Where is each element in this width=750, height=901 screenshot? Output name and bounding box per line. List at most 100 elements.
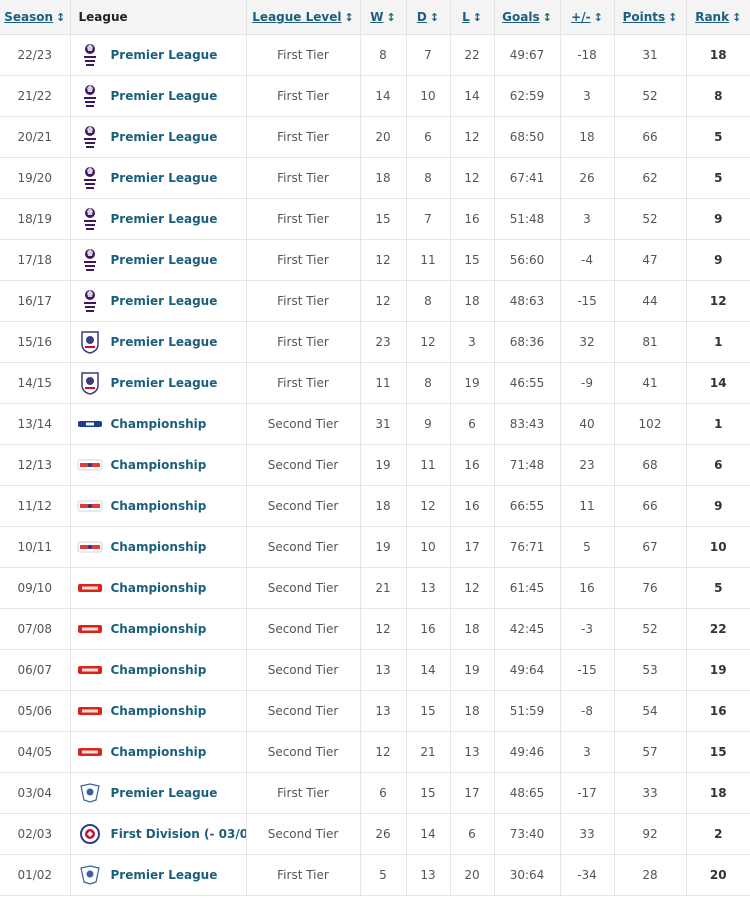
season-cell: 01/02: [0, 854, 71, 896]
league-link[interactable]: Premier League: [111, 335, 218, 349]
season-cell: 19/20: [0, 157, 71, 199]
rank-cell: 22: [686, 608, 750, 650]
league-link[interactable]: Premier League: [111, 786, 218, 800]
league-link[interactable]: Premier League: [111, 253, 218, 267]
league-link[interactable]: Premier League: [111, 868, 218, 882]
league-link[interactable]: Championship: [111, 581, 207, 595]
rank-cell: 18: [686, 34, 750, 76]
goals-cell: 30:64: [494, 854, 561, 896]
season-cell: 04/05: [0, 731, 71, 773]
league-logo-icon[interactable]: [77, 371, 103, 395]
losses-cell: 16: [450, 444, 495, 486]
points-cell: 53: [614, 649, 687, 691]
league-link[interactable]: Premier League: [111, 212, 218, 226]
season-cell: 03/04: [0, 772, 71, 814]
losses-cell: 12: [450, 116, 495, 158]
table-row: 16/17 Premier League First Tier 12 8 18 …: [0, 280, 750, 322]
points-cell: 33: [614, 772, 687, 814]
column-header-season[interactable]: Season ↕: [0, 0, 71, 35]
league-logo-icon[interactable]: [77, 84, 103, 108]
league-logo-icon[interactable]: [77, 412, 103, 436]
league-link[interactable]: Premier League: [111, 294, 218, 308]
season-cell: 14/15: [0, 362, 71, 404]
league-logo-icon[interactable]: [77, 535, 103, 559]
league-link[interactable]: Premier League: [111, 48, 218, 62]
rank-cell: 2: [686, 813, 750, 855]
season-cell: 20/21: [0, 116, 71, 158]
league-link[interactable]: Championship: [111, 540, 207, 554]
draws-cell: 10: [406, 75, 451, 117]
column-header-goal-difference[interactable]: +/- ↕: [560, 0, 615, 35]
rank-cell: 9: [686, 485, 750, 527]
league-level-cell: First Tier: [246, 362, 361, 404]
league-cell: Premier League: [70, 772, 247, 814]
league-link[interactable]: Championship: [111, 458, 207, 472]
goals-cell: 62:59: [494, 75, 561, 117]
league-logo-icon[interactable]: [77, 863, 103, 887]
league-link[interactable]: Championship: [111, 417, 207, 431]
league-link[interactable]: Championship: [111, 745, 207, 759]
column-header-goals[interactable]: Goals ↕: [494, 0, 561, 35]
column-header-rank[interactable]: Rank ↕: [686, 0, 750, 35]
league-logo-icon[interactable]: [77, 658, 103, 682]
league-logo-icon[interactable]: [77, 166, 103, 190]
league-logo-icon[interactable]: [77, 740, 103, 764]
points-cell: 41: [614, 362, 687, 404]
losses-cell: 22: [450, 34, 495, 76]
draws-cell: 10: [406, 526, 451, 568]
league-link[interactable]: Premier League: [111, 171, 218, 185]
league-level-cell: First Tier: [246, 75, 361, 117]
league-link[interactable]: First Division (- 03/04): [111, 827, 246, 841]
league-link[interactable]: Championship: [111, 499, 207, 513]
rank-cell: 1: [686, 403, 750, 445]
league-level-cell: First Tier: [246, 239, 361, 281]
draws-cell: 14: [406, 813, 451, 855]
column-header-losses[interactable]: L ↕: [450, 0, 495, 35]
league-logo-icon[interactable]: [77, 43, 103, 67]
league-link[interactable]: Championship: [111, 704, 207, 718]
draws-cell: 15: [406, 690, 451, 732]
league-link[interactable]: Championship: [111, 663, 207, 677]
column-header-points[interactable]: Points ↕: [614, 0, 687, 35]
league-logo-icon[interactable]: [77, 453, 103, 477]
league-cell: Championship: [70, 485, 247, 527]
wins-cell: 13: [360, 690, 407, 732]
draws-cell: 8: [406, 280, 451, 322]
rank-cell: 8: [686, 75, 750, 117]
league-logo-icon[interactable]: [77, 781, 103, 805]
league-cell: Championship: [70, 403, 247, 445]
column-header-draws[interactable]: D ↕: [406, 0, 451, 35]
league-logo-icon[interactable]: [77, 289, 103, 313]
league-logo-icon[interactable]: [77, 494, 103, 518]
league-logo-icon[interactable]: [77, 330, 103, 354]
league-logo-icon[interactable]: [77, 248, 103, 272]
league-level-cell: Second Tier: [246, 690, 361, 732]
wins-cell: 23: [360, 321, 407, 363]
league-logo-icon[interactable]: [77, 617, 103, 641]
goals-cell: 61:45: [494, 567, 561, 609]
league-link[interactable]: Premier League: [111, 376, 218, 390]
column-header-wins[interactable]: W ↕: [360, 0, 407, 35]
losses-cell: 14: [450, 75, 495, 117]
wins-cell: 11: [360, 362, 407, 404]
league-link[interactable]: Premier League: [111, 130, 218, 144]
goals-cell: 68:36: [494, 321, 561, 363]
league-cell: Premier League: [70, 321, 247, 363]
league-logo-icon[interactable]: [77, 699, 103, 723]
league-link[interactable]: Championship: [111, 622, 207, 636]
rank-cell: 20: [686, 854, 750, 896]
league-logo-icon[interactable]: [77, 576, 103, 600]
league-logo-icon[interactable]: [77, 822, 103, 846]
sort-arrows-icon: ↕: [668, 11, 678, 24]
wins-cell: 31: [360, 403, 407, 445]
sort-arrows-icon: ↕: [542, 11, 552, 24]
column-header-league-level[interactable]: League Level ↕: [246, 0, 361, 35]
league-logo-icon[interactable]: [77, 125, 103, 149]
league-link[interactable]: Premier League: [111, 89, 218, 103]
table-row: 22/23 Premier League First Tier 8 7 22 4…: [0, 34, 750, 76]
rank-cell: 9: [686, 198, 750, 240]
league-logo-icon[interactable]: [77, 207, 103, 231]
league-cell: Premier League: [70, 362, 247, 404]
table-row: 11/12 Championship Second Tier 18 12 16 …: [0, 485, 750, 527]
rank-cell: 6: [686, 444, 750, 486]
